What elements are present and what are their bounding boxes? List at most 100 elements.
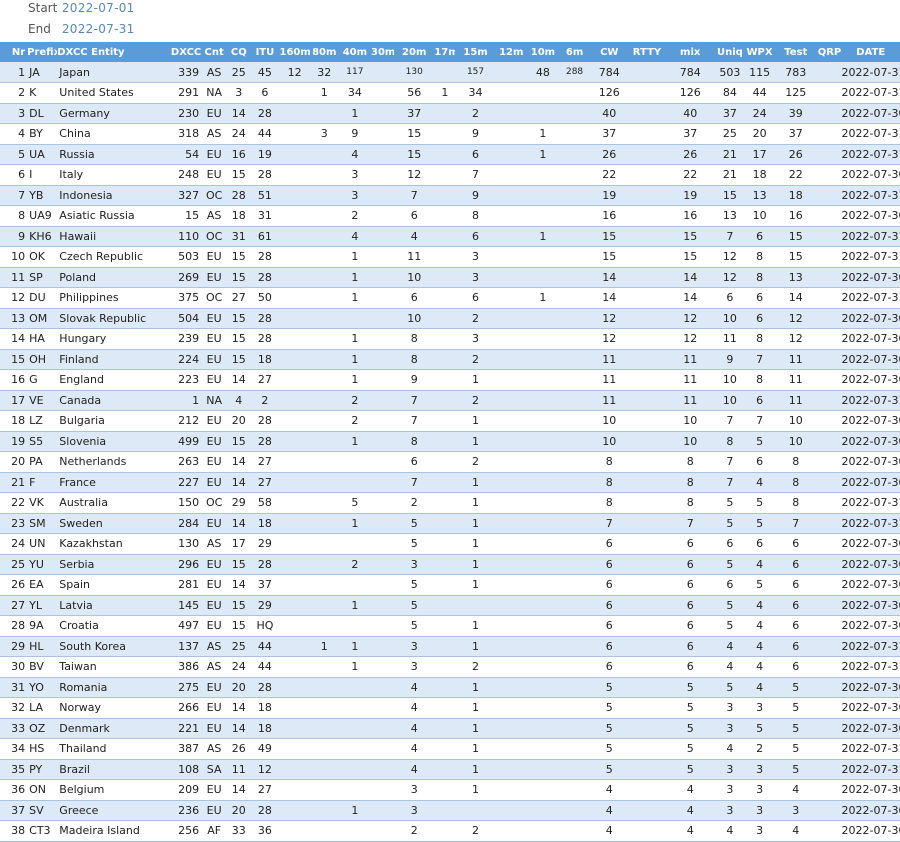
cell-entity: Denmark	[59, 721, 110, 735]
cell-test: 11	[788, 373, 803, 387]
cell-cw: 6	[605, 639, 613, 653]
cell-15m: 6	[472, 147, 480, 161]
cell-mix: 5	[686, 701, 694, 715]
column-header-nr[interactable]: Nr	[0, 42, 27, 62]
cell-20m: 5	[410, 516, 418, 530]
cell-date: 2022-07-30	[841, 680, 900, 694]
cell-cnt: AS	[206, 127, 222, 141]
column-header-6m[interactable]: 6m	[559, 42, 590, 62]
column-header-80m[interactable]: 80m	[310, 42, 339, 62]
cell-qrp	[817, 821, 841, 842]
cell-entity: Greece	[59, 803, 99, 817]
column-header-17m[interactable]: 17m	[434, 42, 455, 62]
cell-17m	[434, 226, 455, 247]
cell-mix: 5	[686, 680, 694, 694]
cell-cnt: EU	[206, 332, 222, 346]
cell-17m	[434, 247, 455, 268]
cell-80m: 1	[320, 639, 328, 653]
column-header-10m[interactable]: 10m	[527, 42, 559, 62]
cell-40m: 1	[351, 434, 359, 448]
cell-20m: 5	[410, 578, 418, 592]
cell-15m	[455, 595, 495, 616]
cell-dxcc: 387	[178, 742, 200, 756]
cell-mix: 5	[686, 721, 694, 735]
column-header-test[interactable]: Test	[774, 42, 817, 62]
cell-rtty	[628, 513, 665, 534]
cell-10m	[527, 677, 559, 698]
column-header-12m[interactable]: 12m	[496, 42, 527, 62]
column-header-15m[interactable]: 15m	[455, 42, 495, 62]
column-header-itu[interactable]: ITU	[250, 42, 279, 62]
cell-date: 2022-07-30	[841, 270, 900, 284]
column-header-40m[interactable]: 40m	[339, 42, 371, 62]
cell-160m	[280, 452, 310, 473]
cell-mix: 8	[686, 475, 694, 489]
column-header-prefix[interactable]: Prefix	[27, 42, 57, 62]
cell-rtty	[628, 308, 665, 329]
cell-160m	[280, 739, 310, 760]
cell-12m	[496, 144, 527, 165]
column-header-cnt[interactable]: Cnt	[201, 42, 227, 62]
cell-date: 2022-07-31	[841, 393, 900, 407]
column-header-uniq[interactable]: Uniq	[715, 42, 745, 62]
cell-test: 6	[792, 598, 800, 612]
cell-cw: 6	[605, 557, 613, 571]
cell-15m: 1	[472, 373, 480, 387]
cell-qrp	[817, 83, 841, 104]
cell-dxcc: 108	[178, 762, 200, 776]
cell-date: 2022-07-30	[841, 209, 900, 223]
cell-entity: France	[59, 475, 96, 489]
cell-prefix: EA	[29, 578, 44, 592]
cell-prefix: LZ	[29, 414, 43, 428]
cell-10m	[527, 493, 559, 514]
column-header-rtty[interactable]: RTTY	[628, 42, 665, 62]
cell-itu: 27	[257, 455, 272, 469]
cell-entity: Canada	[59, 393, 102, 407]
cell-10m	[527, 800, 559, 821]
cell-40m: 1	[351, 516, 359, 530]
start-date-input[interactable]: 2022-07-01	[62, 1, 135, 15]
column-header-entity[interactable]: DXCC Entity	[57, 42, 171, 62]
cell-dxcc: 209	[178, 783, 200, 797]
cell-10m	[527, 821, 559, 842]
column-header-20m[interactable]: 20m	[394, 42, 434, 62]
cell-nr: 34	[11, 742, 26, 756]
column-header-30m[interactable]: 30m	[371, 42, 394, 62]
table-row: 25 YU Serbia 296 EU 15 28 2 3 1 6 6 5 4 6 2022-07-30	[0, 554, 900, 575]
cell-40m	[339, 718, 371, 739]
column-header-160m[interactable]: 160m	[280, 42, 310, 62]
column-header-mix[interactable]: mix	[666, 42, 715, 62]
cell-cq: 20	[231, 414, 246, 428]
column-header-cw[interactable]: CW	[590, 42, 628, 62]
cell-160m	[280, 800, 310, 821]
column-header-wpx[interactable]: WPX	[745, 42, 774, 62]
cell-dxcc: 291	[178, 86, 200, 100]
end-date-input[interactable]: 2022-07-31	[62, 22, 135, 36]
cell-qrp	[817, 800, 841, 821]
cell-dxcc: 230	[178, 106, 200, 120]
cell-nr: 33	[11, 721, 26, 735]
column-header-dxcc[interactable]: DXCC	[171, 42, 201, 62]
cell-wpx: 3	[756, 762, 764, 776]
cell-80m	[310, 616, 339, 637]
table-header-row: Nr Prefix DXCC Entity DXCC Cnt CQ ITU 160m 80m 40…	[0, 42, 900, 62]
cell-30m	[371, 247, 394, 268]
cell-10m	[527, 513, 559, 534]
cell-date: 2022-07-31	[841, 762, 900, 776]
cell-rtty	[628, 206, 665, 227]
column-header-qrp[interactable]: QRP	[817, 42, 842, 62]
cell-nr: 18	[11, 414, 26, 428]
cell-qrp	[817, 452, 841, 473]
cell-cq: 24	[231, 127, 246, 141]
cell-17m	[434, 657, 455, 678]
cell-12m	[496, 616, 527, 637]
column-header-date[interactable]: DATE	[842, 42, 900, 62]
cell-dxcc: 284	[178, 516, 200, 530]
cell-rtty	[628, 329, 665, 350]
cell-rtty	[628, 411, 665, 432]
cell-cw: 37	[602, 127, 617, 141]
cell-itu: 12	[257, 762, 272, 776]
cell-160m	[280, 83, 310, 104]
cell-80m	[310, 472, 339, 493]
column-header-cq[interactable]: CQ	[227, 42, 250, 62]
